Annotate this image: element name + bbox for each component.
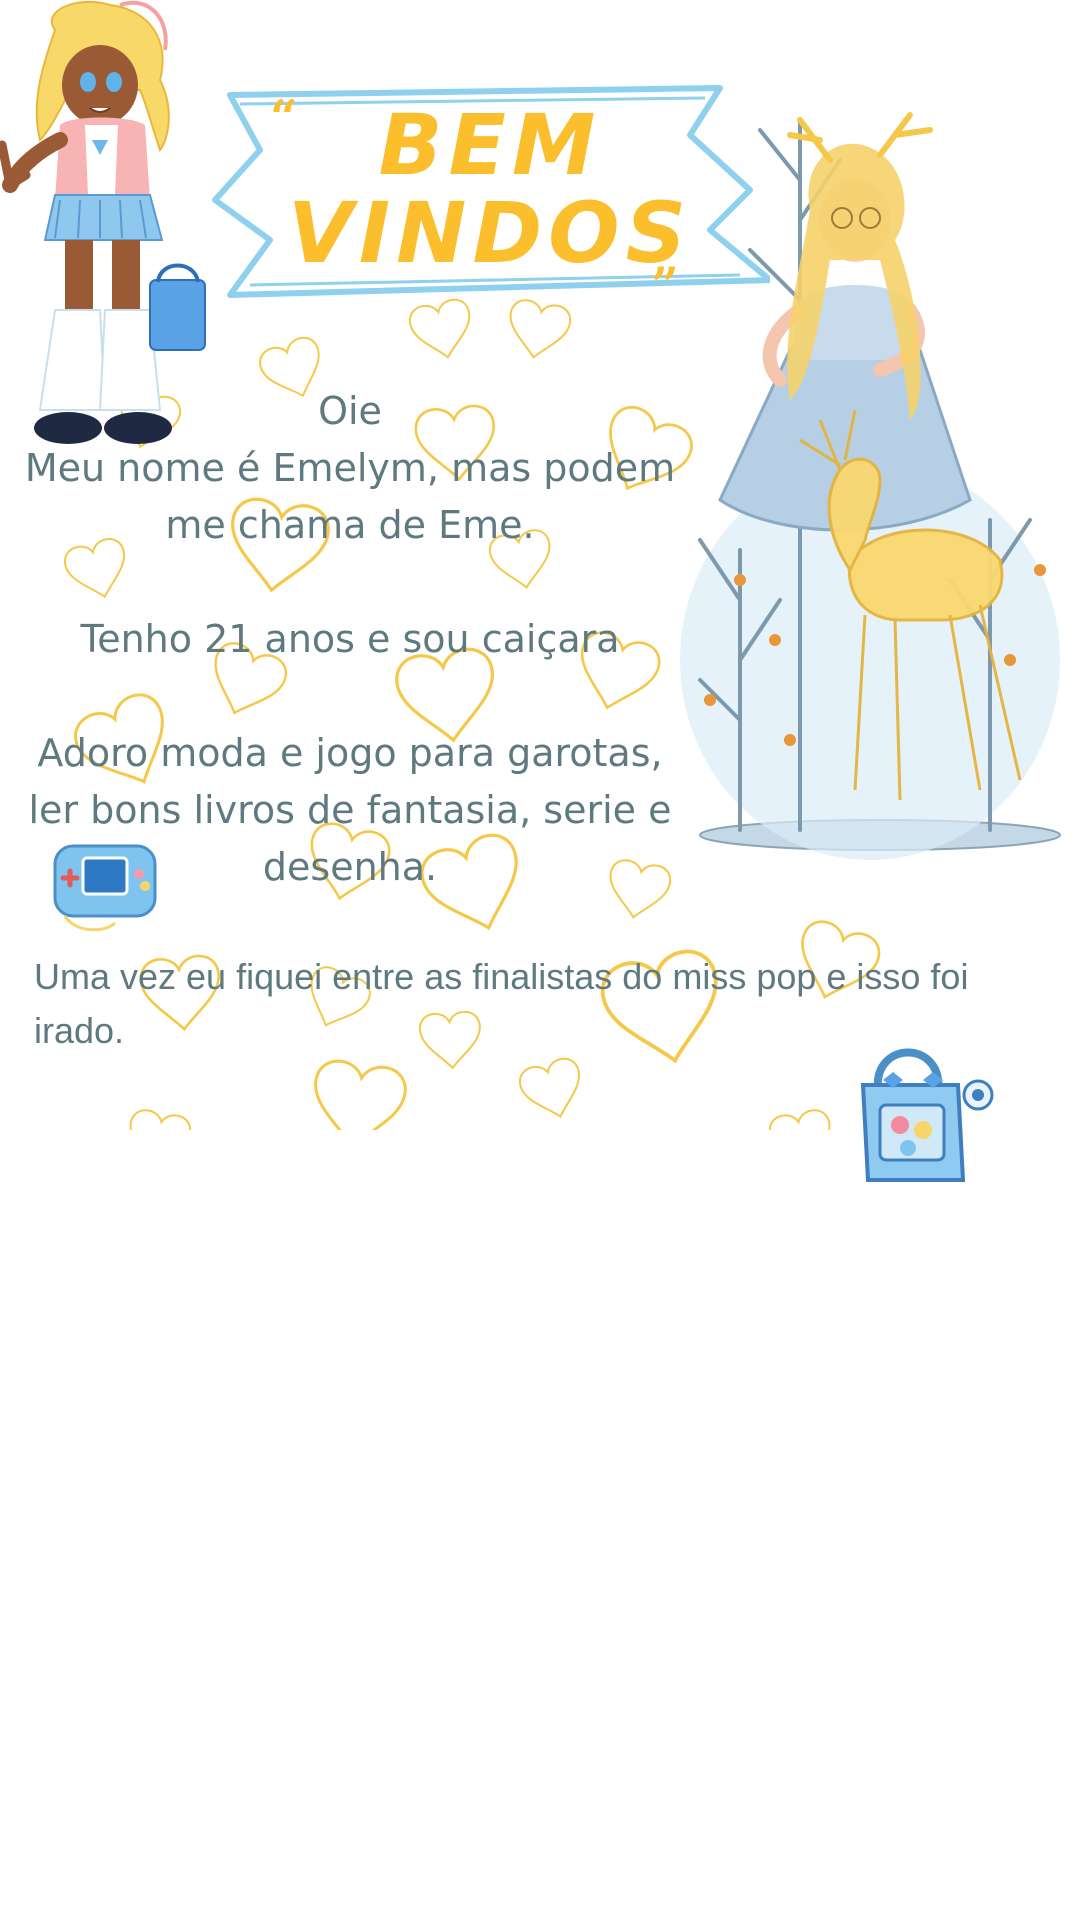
intro-greeting: Oie [318, 389, 382, 433]
intro-name: Meu nome é Emelym, mas podem me chama de… [24, 446, 676, 547]
intro-age: Tenho 21 anos e sou caiçara [80, 617, 620, 661]
blue-handbag-icon [860, 1048, 994, 1182]
handheld-game-console-icon [53, 844, 157, 932]
closing-quote-mark: „ [652, 230, 680, 286]
intro-text-block: Oie Meu nome é Emelym, mas podem me cham… [20, 383, 680, 896]
welcome-page: “ BEM VINDOS „ Oie Meu nome é Emelym, ma… [0, 0, 1080, 1920]
fairy-deer-illustration [680, 112, 1061, 860]
